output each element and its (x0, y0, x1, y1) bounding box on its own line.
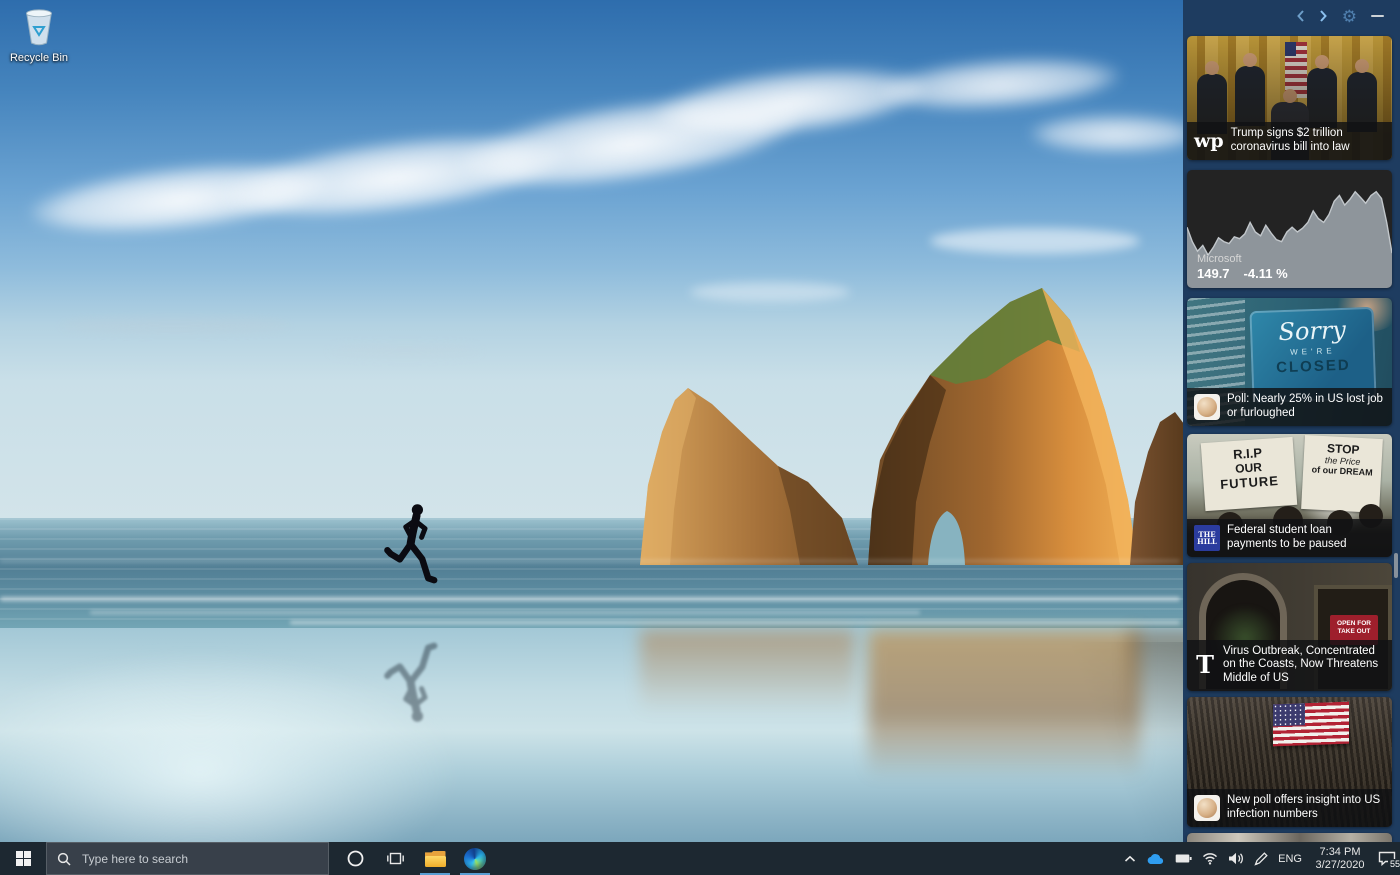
foam-line (90, 611, 920, 614)
runner-reflection (383, 613, 441, 725)
cloud (930, 228, 1140, 254)
volume-icon[interactable] (1228, 852, 1244, 865)
news-card-caption: wp Trump signs $2 trillion coronavirus b… (1187, 122, 1392, 160)
protest-sign: STOP the Price of our DREAM (1301, 435, 1383, 513)
news-panel-header: ⚙ (1183, 0, 1400, 32)
news-card-title: Federal student loan payments to be paus… (1227, 524, 1384, 551)
notification-count-badge: 55 (1388, 859, 1400, 869)
sign-text: CLOSED (1251, 356, 1376, 377)
stock-name: Microsoft (1197, 253, 1288, 265)
cortana-icon (347, 850, 364, 867)
stock-price: 149.7 (1197, 266, 1230, 281)
news-card-poll-jobs[interactable]: Sorry WE'RE CLOSED Poll: Nearly 25% in U… (1187, 298, 1392, 426)
news-card-wapo[interactable]: wp Trump signs $2 trillion coronavirus b… (1187, 36, 1392, 160)
taskbar-search[interactable] (46, 842, 329, 875)
news-source-logo (1194, 795, 1220, 821)
news-card-the-hill[interactable]: R.I.P OUR FUTURE STOP the Price of our D… (1187, 434, 1392, 557)
system-tray: ENG 7:34 PM 3/27/2020 55 (1124, 842, 1396, 875)
rock-reflection (868, 630, 1140, 780)
minimize-icon[interactable] (1371, 15, 1384, 17)
news-card-title: Poll: Nearly 25% in US lost job or furlo… (1227, 393, 1384, 420)
task-view-icon (387, 851, 404, 866)
taskbar-clock[interactable]: 7:34 PM 3/27/2020 (1312, 846, 1368, 871)
sidebar-scrollbar-thumb[interactable] (1394, 553, 1398, 578)
action-center-button[interactable]: 55 (1378, 851, 1396, 866)
search-input[interactable] (80, 851, 318, 867)
nyt-logo: T (1194, 650, 1216, 679)
file-explorer-button[interactable] (415, 842, 455, 875)
news-card-title: Trump signs $2 trillion coronavirus bill… (1231, 127, 1384, 154)
news-card-caption: Poll: Nearly 25% in US lost job or furlo… (1187, 388, 1392, 426)
cortana-button[interactable] (335, 842, 375, 875)
start-button[interactable] (0, 842, 46, 875)
foam-line (0, 597, 1180, 601)
sign-text: Sorry (1250, 315, 1375, 347)
news-feed-panel: ⚙ wp Trump signs $2 trillion coronavirus… (1183, 0, 1400, 842)
cloud (60, 318, 290, 334)
news-card-caption: T Virus Outbreak, Concentrated on the Co… (1187, 640, 1392, 692)
desktop-screen: Recycle Bin ⚙ wp (0, 0, 1400, 875)
the-hill-logo: THEHILL (1194, 525, 1220, 551)
recycle-bin-icon (21, 6, 57, 46)
chevron-up-icon[interactable] (1124, 855, 1136, 863)
runner-silhouette (383, 501, 441, 613)
edge-icon (464, 848, 486, 870)
file-explorer-icon (425, 851, 446, 867)
stock-card-microsoft[interactable]: Microsoft 149.7 -4.11 % (1187, 170, 1392, 288)
wifi-icon[interactable] (1202, 852, 1218, 865)
stock-labels: Microsoft 149.7 -4.11 % (1197, 253, 1288, 281)
washington-post-logo: wp (1194, 130, 1224, 152)
task-view-button[interactable] (375, 842, 415, 875)
cloud (330, 345, 480, 357)
cloud (1030, 115, 1200, 151)
stock-change: -4.11 % (1244, 266, 1288, 281)
news-source-logo (1194, 394, 1220, 420)
recycle-bin-label: Recycle Bin (6, 52, 72, 64)
news-card-title: Virus Outbreak, Concentrated on the Coas… (1223, 645, 1384, 686)
search-icon (57, 852, 71, 866)
settings-icon[interactable]: ⚙ (1342, 8, 1357, 25)
forward-icon[interactable] (1319, 9, 1328, 23)
windows-start-icon (16, 851, 31, 866)
news-card-poll-infections[interactable]: New poll offers insight into US infectio… (1187, 697, 1392, 827)
edge-button[interactable] (455, 842, 495, 875)
news-card-title: New poll offers insight into US infectio… (1227, 794, 1384, 821)
onedrive-icon[interactable] (1146, 853, 1165, 865)
language-indicator[interactable]: ENG (1278, 853, 1302, 865)
news-card-caption: New poll offers insight into US infectio… (1187, 789, 1392, 827)
news-card-partial[interactable] (1187, 833, 1392, 842)
date-text: 3/27/2020 (1312, 859, 1368, 872)
back-icon[interactable] (1296, 9, 1305, 23)
foam-line (0, 560, 1180, 562)
pen-icon[interactable] (1254, 852, 1268, 866)
recycle-bin-desktop-icon[interactable]: Recycle Bin (6, 6, 72, 64)
rock-reflection (640, 630, 855, 715)
sea-stack-rocks (600, 280, 1200, 570)
protest-sign: R.I.P OUR FUTURE (1201, 437, 1298, 511)
news-card-caption: THEHILL Federal student loan payments to… (1187, 519, 1392, 557)
taskbar: ENG 7:34 PM 3/27/2020 55 (0, 842, 1400, 875)
battery-icon[interactable] (1175, 853, 1192, 864)
news-card-nyt[interactable]: OPEN FOR TAKE OUT T Virus Outbreak, Conc… (1187, 563, 1392, 691)
time-text: 7:34 PM (1312, 846, 1368, 859)
us-flag (1273, 702, 1349, 747)
